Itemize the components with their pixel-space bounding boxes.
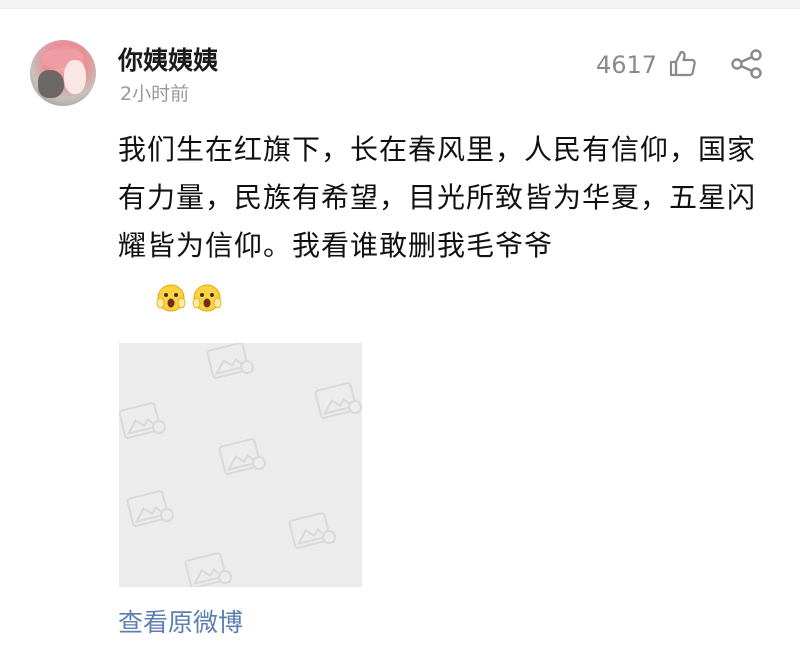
share-icon[interactable] [730,48,764,80]
image-placeholder-icon [314,382,362,419]
scared-face-emoji-icon [192,284,222,312]
image-placeholder-icon [288,512,336,549]
image-placeholder[interactable] [119,343,362,587]
emoji-row [156,283,226,315]
image-placeholder-icon [218,438,266,475]
thumbs-up-icon[interactable] [668,49,698,79]
image-placeholder-icon [126,490,174,527]
avatar[interactable] [30,40,96,106]
view-original-weibo-link[interactable]: 查看原微博 [118,605,243,641]
post-timestamp: 2小时前 [120,83,190,105]
weibo-comment-card: 你姨姨姨 2小时前 4617 我们生在红旗下，长在春风里，人民有信仰，国家有力量… [0,0,800,671]
image-placeholder-icon [184,552,232,587]
username[interactable]: 你姨姨姨 [118,44,218,78]
top-divider [0,0,800,9]
like-count[interactable]: 4617 [596,50,657,80]
image-placeholder-icon [119,402,166,439]
post-content: 我们生在红旗下，长在春风里，人民有信仰，国家有力量，民族有希望，目光所致皆为华夏… [118,133,757,262]
scared-face-emoji-icon [156,284,186,312]
image-placeholder-icon [206,343,254,379]
